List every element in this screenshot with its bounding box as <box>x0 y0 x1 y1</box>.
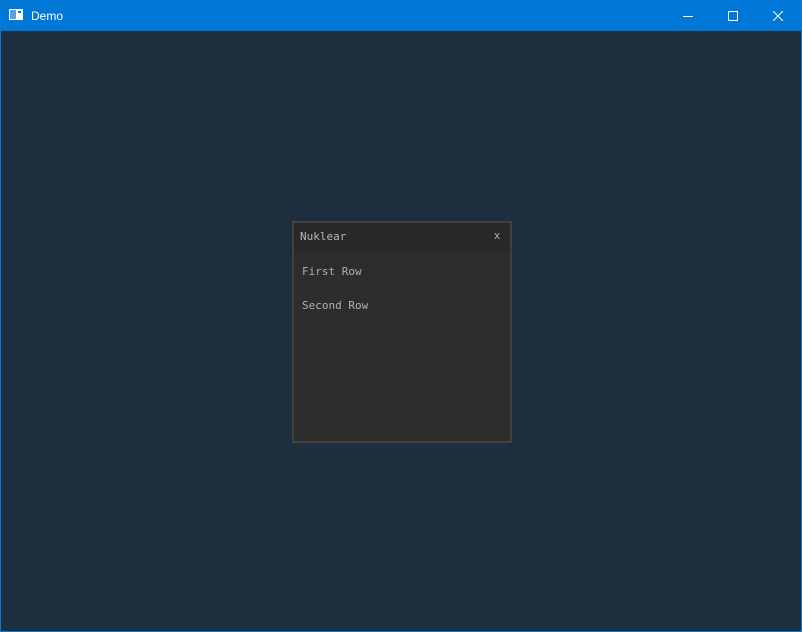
title-bar[interactable]: Demo <box>1 1 801 31</box>
close-icon <box>773 11 783 21</box>
nuklear-panel-close-button[interactable]: x <box>490 229 504 243</box>
maximize-button[interactable] <box>710 1 756 31</box>
minimize-icon <box>683 16 693 17</box>
nuklear-row-label: Second Row <box>302 299 369 312</box>
nuklear-panel[interactable]: Nuklear x First Row Second Row <box>292 221 512 443</box>
app-window-icon <box>9 9 23 20</box>
close-button[interactable] <box>755 1 801 31</box>
maximize-icon <box>728 11 738 21</box>
window-title: Demo <box>31 9 64 23</box>
minimize-button[interactable] <box>665 1 711 31</box>
nuklear-panel-title: Nuklear <box>300 230 347 243</box>
nuklear-panel-header[interactable]: Nuklear x <box>294 223 510 251</box>
app-window: Demo Nuklear x First Row Second Row <box>0 0 802 632</box>
nuklear-row-label: First Row <box>302 265 362 278</box>
